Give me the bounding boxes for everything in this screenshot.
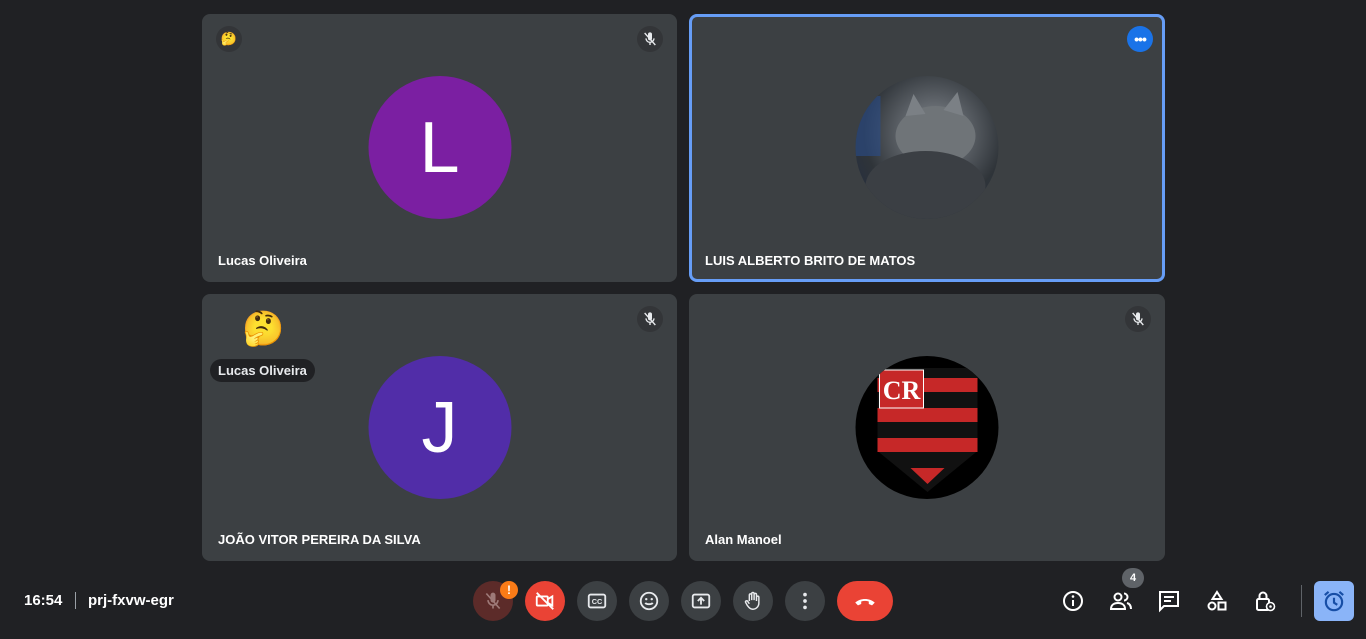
reaction-emoji-icon: 🤔 (216, 26, 242, 52)
lock-settings-icon (1256, 591, 1276, 612)
avatar: J (368, 356, 511, 499)
meeting-details-button[interactable] (1057, 585, 1089, 617)
mic-off-icon (637, 26, 663, 52)
reaction-emoji-icon: 🤔 (242, 310, 285, 348)
divider (75, 592, 76, 609)
participant-name: Lucas Oliveira (218, 253, 307, 268)
more-vertical-icon (803, 592, 807, 610)
avatar-flamengo-crest: CR (855, 356, 999, 499)
meeting-code: prj-fxvw-egr (88, 592, 174, 609)
more-options-button[interactable]: ••• (1127, 26, 1153, 52)
emoji-smile-icon (639, 591, 659, 611)
shapes-icon (1207, 590, 1227, 611)
captions-button[interactable]: CC (577, 581, 617, 621)
chat-button[interactable] (1153, 585, 1185, 617)
alarm-clock-icon (1324, 590, 1344, 612)
reactions-button[interactable] (629, 581, 669, 621)
camera-button[interactable] (525, 581, 565, 621)
more-options-button[interactable] (785, 581, 825, 621)
camera-off-icon (535, 592, 554, 610)
participant-name: Alan Manoel (705, 532, 782, 547)
host-controls-button[interactable] (1249, 585, 1281, 617)
timer-button[interactable] (1314, 581, 1354, 621)
svg-text:CC: CC (592, 597, 603, 606)
svg-text:CR: CR (883, 376, 921, 405)
participant-name: LUIS ALBERTO BRITO DE MATOS (705, 253, 916, 268)
people-icon (1109, 592, 1132, 610)
raise-hand-icon (744, 591, 760, 610)
mic-warning-badge: ! (500, 581, 518, 599)
participant-tile-alan[interactable]: CR Alan Manoel (689, 294, 1165, 561)
mic-off-icon (1125, 306, 1151, 332)
phone-hangup-icon (855, 598, 875, 606)
participant-tile-lucas[interactable]: 🤔 L Lucas Oliveira (202, 14, 677, 282)
activities-button[interactable] (1201, 585, 1233, 617)
current-time: 16:54 (24, 592, 63, 609)
present-screen-icon (691, 593, 711, 609)
participant-tile-luis[interactable]: ••• LUIS ALBERTO BRITO DE MATOS (689, 14, 1165, 282)
mic-off-icon (637, 306, 663, 332)
info-icon (1063, 591, 1083, 611)
avatar: L (368, 76, 511, 219)
people-button[interactable] (1105, 585, 1137, 617)
raise-hand-button[interactable] (733, 581, 773, 621)
participant-name: JOÃO VITOR PEREIRA DA SILVA (218, 532, 421, 547)
participant-tile-joao[interactable]: 🤔 Lucas Oliveira J JOÃO VITOR PEREIRA DA… (202, 294, 677, 561)
chat-icon (1159, 591, 1179, 613)
reaction-sender-label: Lucas Oliveira (210, 359, 315, 382)
avatar-cat-photo (855, 76, 999, 219)
present-screen-button[interactable] (681, 581, 721, 621)
leave-call-button[interactable] (837, 581, 893, 621)
divider (1301, 585, 1302, 617)
closed-captions-icon: CC (587, 593, 607, 609)
